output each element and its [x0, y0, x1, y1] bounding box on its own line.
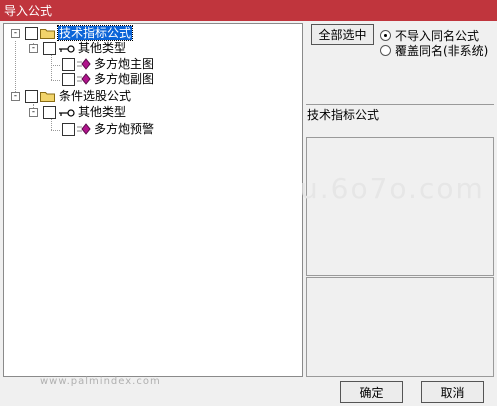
tree-connector — [51, 80, 60, 81]
formula-info-header: 技术指标公式 — [306, 104, 494, 136]
tree-label-stock-selection[interactable]: 条件选股公式 — [59, 89, 131, 103]
tree-checkbox[interactable] — [25, 27, 38, 40]
watermark: u.6o7o.com — [300, 172, 485, 205]
radio-overwrite-dot[interactable] — [380, 45, 391, 56]
tree-connector — [15, 41, 16, 96]
tree-label-technical-indicators[interactable]: 技术指标公式 — [56, 25, 134, 41]
radio-no-import-dot[interactable] — [380, 30, 391, 41]
key-icon — [59, 45, 75, 53]
formula-diamond-icon — [77, 73, 91, 85]
tree-expander[interactable]: - — [29, 44, 38, 53]
formula-diamond-icon — [77, 58, 91, 70]
radio-overwrite-label: 覆盖同名(非系统) — [395, 44, 489, 58]
tree-checkbox[interactable] — [62, 73, 75, 86]
formula-tree[interactable]: - 技术指标公式 - 其他类型 多方炮主图 多方炮副图 - 条件选股公式 - 其… — [3, 23, 303, 377]
folder-icon — [40, 92, 55, 102]
tree-label-other-types[interactable]: 其他类型 — [78, 41, 126, 55]
tree-connector — [51, 118, 52, 130]
ok-button[interactable]: 确定 — [340, 381, 403, 403]
tree-checkbox[interactable] — [25, 90, 38, 103]
tree-checkbox[interactable] — [43, 42, 56, 55]
tree-connector — [51, 53, 52, 80]
tree-checkbox[interactable] — [62, 58, 75, 71]
radio-overwrite[interactable]: 覆盖同名(非系统) — [380, 42, 488, 59]
tree-checkbox[interactable] — [43, 106, 56, 119]
window-title: 导入公式 — [4, 4, 53, 18]
tree-checkbox[interactable] — [62, 123, 75, 136]
tree-label-other-types[interactable]: 其他类型 — [78, 105, 126, 119]
formula-detail-panel — [306, 277, 494, 377]
tree-label-formula[interactable]: 多方炮预警 — [94, 122, 154, 136]
formula-info-title: 技术指标公式 — [307, 108, 380, 122]
footer-watermark: www.palmindex.com — [40, 376, 161, 387]
cancel-button[interactable]: 取消 — [421, 381, 484, 403]
formula-diamond-icon — [77, 123, 91, 135]
formula-description-panel — [306, 137, 494, 276]
tree-expander[interactable]: - — [11, 29, 20, 38]
select-all-button[interactable]: 全部选中 — [311, 24, 374, 45]
tree-connector — [51, 65, 60, 66]
tree-expander[interactable]: - — [11, 92, 20, 101]
title-bar: 导入公式 — [0, 0, 497, 21]
tree-connector — [51, 130, 60, 131]
key-icon — [59, 109, 75, 117]
folder-icon — [40, 29, 55, 39]
tree-expander[interactable]: - — [29, 108, 38, 117]
tree-label-formula[interactable]: 多方炮主图 — [94, 57, 154, 71]
tree-label-formula[interactable]: 多方炮副图 — [94, 72, 154, 86]
